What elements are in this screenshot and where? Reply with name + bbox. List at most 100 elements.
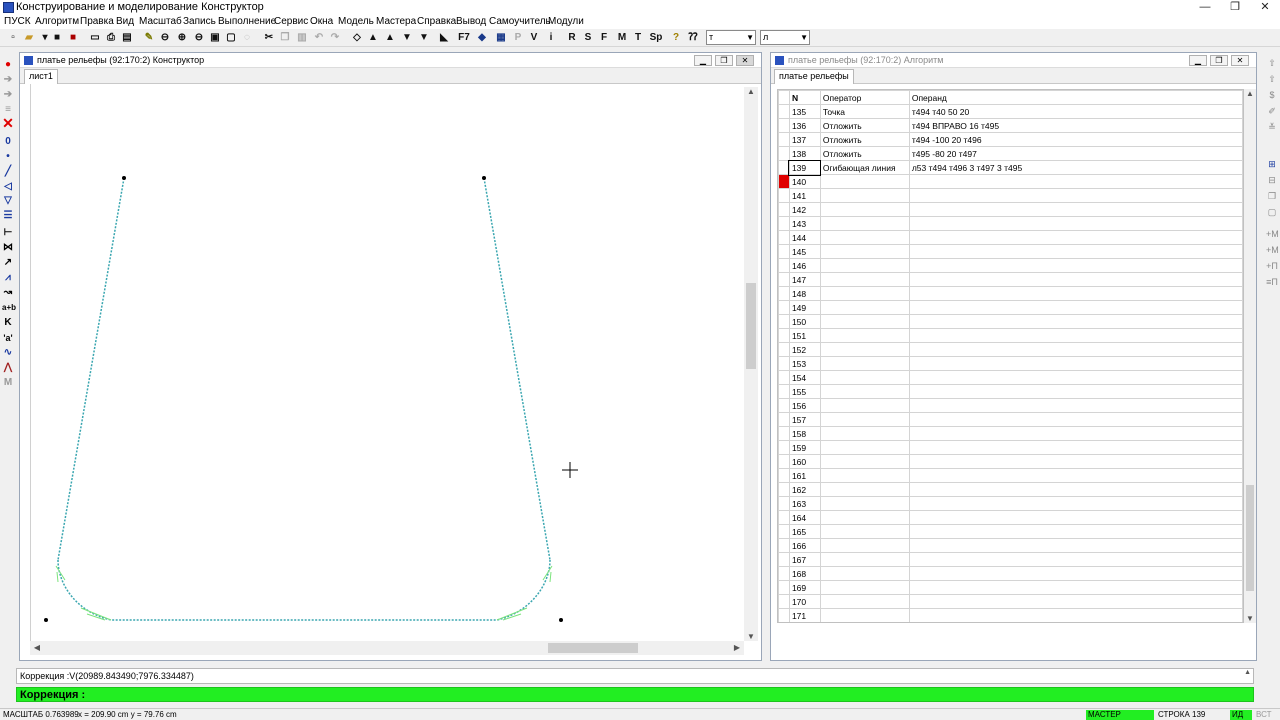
operand-cell[interactable] xyxy=(908,328,1243,343)
table-row[interactable]: 135 Точка т494 т40 50 20 xyxy=(778,104,1243,119)
operand-cell[interactable] xyxy=(908,230,1243,245)
row-number-cell[interactable]: 166 xyxy=(788,538,821,553)
zoom-window-icon[interactable]: ▣ xyxy=(208,31,222,45)
menu-edit[interactable]: Правка xyxy=(80,16,114,27)
operand-cell[interactable] xyxy=(908,482,1243,497)
scroll-up-icon[interactable]: ▲ xyxy=(1244,89,1256,98)
move-up-icon[interactable]: ▲ xyxy=(383,31,397,45)
row-number-cell[interactable]: 136 xyxy=(788,118,821,133)
s-button[interactable]: S xyxy=(581,31,595,45)
angle-tool-icon[interactable]: ◁ xyxy=(2,181,14,193)
row-selector[interactable] xyxy=(778,118,790,133)
blank-row-icon[interactable]: ▢ xyxy=(1266,206,1278,218)
row-number-cell[interactable]: 149 xyxy=(788,300,821,315)
menu-modules[interactable]: Модули xyxy=(548,16,584,27)
row-number-cell[interactable]: 164 xyxy=(788,510,821,525)
row-number-cell[interactable]: 159 xyxy=(788,440,821,455)
operator-cell[interactable] xyxy=(819,342,910,357)
move-down-icon[interactable]: ▼ xyxy=(400,31,414,45)
row-number-cell[interactable]: 145 xyxy=(788,244,821,259)
text-tool-icon[interactable]: 'a' xyxy=(2,332,14,344)
canvas-vertical-scrollbar[interactable]: ▲ ▼ xyxy=(744,87,758,641)
operand-cell[interactable] xyxy=(908,300,1243,315)
save-all-icon[interactable]: ■ xyxy=(66,31,80,45)
row-number-cell[interactable]: 171 xyxy=(788,608,821,622)
row-number-cell[interactable]: 146 xyxy=(788,258,821,273)
zigzag-tool-icon[interactable]: ⋀ xyxy=(2,362,14,374)
operator-cell[interactable] xyxy=(819,328,910,343)
row-selector[interactable] xyxy=(778,384,790,399)
operator-cell[interactable] xyxy=(819,202,910,217)
row-selector[interactable] xyxy=(778,552,790,567)
table-row[interactable]: 148 xyxy=(778,286,1243,301)
ab-tool-icon[interactable]: a+b xyxy=(2,302,16,314)
sp-button[interactable]: Sp xyxy=(647,31,665,45)
operand-cell[interactable] xyxy=(908,510,1243,525)
print-icon[interactable]: ⎙ xyxy=(104,31,118,45)
row-number-cell[interactable]: 138 xyxy=(788,146,821,161)
row-selector[interactable] xyxy=(778,370,790,385)
operand-cell[interactable] xyxy=(908,594,1243,609)
row-selector[interactable] xyxy=(778,258,790,273)
window-close-button[interactable]: ✕ xyxy=(1231,55,1249,66)
layers-tool-icon[interactable]: ☰ xyxy=(2,210,14,222)
operand-cell[interactable] xyxy=(908,468,1243,483)
table-row[interactable]: 147 xyxy=(778,272,1243,287)
operator-cell[interactable] xyxy=(819,188,910,203)
scroll-up-icon[interactable]: ▲ xyxy=(744,87,758,96)
menu-algorithm[interactable]: Алгоритм xyxy=(35,16,79,27)
row-selector[interactable] xyxy=(778,160,790,175)
dart-tool-icon[interactable]: ▽ xyxy=(2,195,14,207)
row-selector[interactable] xyxy=(778,496,790,511)
table-row[interactable]: 143 xyxy=(778,216,1243,231)
operand-cell[interactable] xyxy=(908,440,1243,455)
preview-icon[interactable]: ▭ xyxy=(88,31,102,45)
menu-wizards[interactable]: Мастера xyxy=(376,16,416,27)
table-row[interactable]: 154 xyxy=(778,370,1243,385)
tab-algorithm[interactable]: платье рельефы xyxy=(774,69,854,84)
window-restore-button[interactable]: ❐ xyxy=(715,55,733,66)
drawing-canvas[interactable] xyxy=(30,84,759,650)
table-row[interactable]: 166 xyxy=(778,538,1243,553)
delete-row-icon[interactable]: ⊟ xyxy=(1266,174,1278,186)
operator-cell[interactable] xyxy=(819,244,910,259)
operator-cell[interactable] xyxy=(819,230,910,245)
menu-help[interactable]: Справка xyxy=(417,16,456,27)
operand-cell[interactable] xyxy=(908,370,1243,385)
row-selector[interactable] xyxy=(778,342,790,357)
operator-cell[interactable] xyxy=(819,412,910,427)
insert-row-icon[interactable]: ⊞ xyxy=(1266,158,1278,170)
row-selector[interactable] xyxy=(778,412,790,427)
record-icon[interactable]: ▦ xyxy=(494,31,508,45)
operand-cell[interactable] xyxy=(908,398,1243,413)
operator-cell[interactable] xyxy=(819,468,910,483)
jump-icon[interactable]: ◣ xyxy=(437,31,451,45)
table-row[interactable]: 151 xyxy=(778,328,1243,343)
new-file-icon[interactable]: ▫ xyxy=(6,31,20,45)
table-row[interactable]: 159 xyxy=(778,440,1243,455)
algorithm-scroll-thumb[interactable] xyxy=(1246,485,1254,591)
row-number-cell[interactable]: 155 xyxy=(788,384,821,399)
row-selector[interactable] xyxy=(778,454,790,469)
operand-cell[interactable] xyxy=(908,314,1243,329)
menu-run[interactable]: Выполнение xyxy=(218,16,276,27)
table-row[interactable]: 139 Огибающая линия л53 т494 т496 3 т497 3… xyxy=(778,159,1243,176)
table-row[interactable]: 160 xyxy=(778,454,1243,469)
operator-cell[interactable]: Отложить xyxy=(819,118,910,133)
row-selector[interactable] xyxy=(778,244,790,259)
row-number-cell[interactable]: 137 xyxy=(788,132,821,147)
operator-cell[interactable] xyxy=(819,370,910,385)
operand-cell[interactable] xyxy=(908,580,1243,595)
help-icon[interactable]: ? xyxy=(669,31,683,45)
table-row[interactable]: 142 xyxy=(778,202,1243,217)
row-selector[interactable] xyxy=(778,594,790,609)
copy-row-icon[interactable]: ❐ xyxy=(1266,190,1278,202)
operand-cell[interactable] xyxy=(908,538,1243,553)
operator-cell[interactable] xyxy=(819,552,910,567)
row-number-cell[interactable]: 135 xyxy=(788,104,821,119)
row-number-cell[interactable]: 148 xyxy=(788,286,821,301)
point-top-right[interactable] xyxy=(482,176,486,180)
row-number-cell[interactable]: 163 xyxy=(788,496,821,511)
f7-button[interactable]: F7 xyxy=(456,31,472,45)
operand-cell[interactable] xyxy=(908,496,1243,511)
